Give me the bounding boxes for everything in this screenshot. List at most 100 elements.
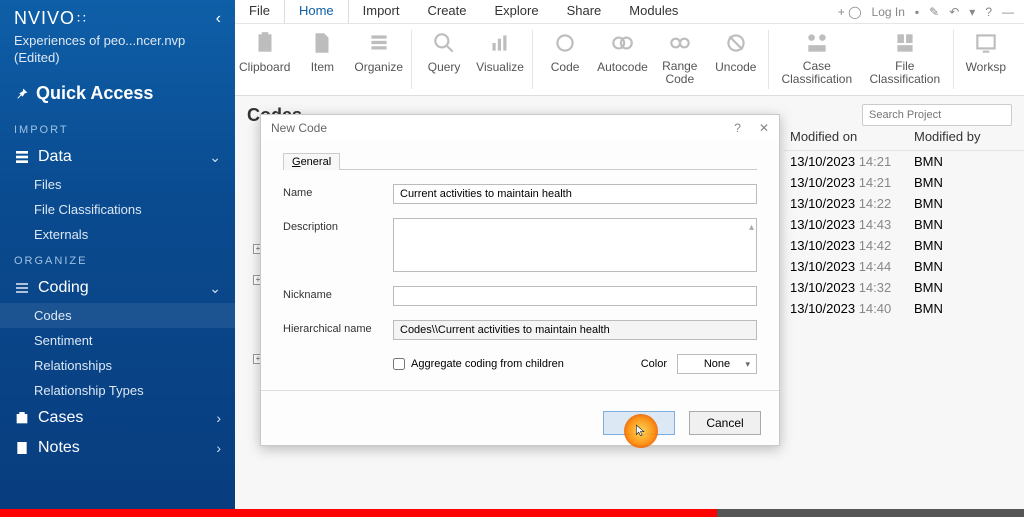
table-row[interactable]: 13/10/2023 14:21BMN: [784, 172, 1024, 193]
table-row[interactable]: 13/10/2023 14:42BMN: [784, 235, 1024, 256]
help-icon[interactable]: ?: [985, 5, 992, 19]
circles-icon: [609, 30, 635, 56]
new-plus-icon[interactable]: + ◯: [838, 5, 862, 19]
ribbon-file-classification[interactable]: FileClassification: [861, 24, 949, 95]
notes-icon: [14, 440, 30, 456]
sidebar-collapse[interactable]: ‹: [216, 10, 221, 28]
ribbon-uncode[interactable]: Uncode: [708, 24, 764, 95]
uncode-icon: [723, 30, 749, 56]
workspace-icon: [973, 30, 999, 56]
ribbon-autocode[interactable]: Autocode: [593, 24, 652, 95]
ribbon-clipboard[interactable]: Clipboard: [235, 24, 294, 95]
cell-modified-by: BMN: [914, 280, 1014, 295]
section-import-label: IMPORT: [0, 116, 235, 142]
label-name: Name: [283, 184, 393, 199]
file-icon: [309, 30, 335, 56]
label-description: Description: [283, 218, 393, 233]
cell-modified-on: 13/10/2023 14:32: [784, 280, 914, 295]
ribbon-case-classification[interactable]: CaseClassification: [773, 24, 861, 95]
undo-icon[interactable]: ↶: [949, 5, 959, 19]
cursor-icon: [634, 424, 648, 438]
menu-file[interactable]: File: [235, 0, 284, 23]
cell-modified-by: BMN: [914, 196, 1014, 211]
dialog-help-icon[interactable]: ?: [734, 121, 741, 135]
cell-modified-by: BMN: [914, 175, 1014, 190]
dialog-titlebar: New Code ? ✕: [261, 115, 779, 141]
cancel-button[interactable]: Cancel: [689, 411, 761, 435]
sidebar-item-externals[interactable]: Externals: [0, 222, 235, 247]
cell-modified-on: 13/10/2023 14:40: [784, 301, 914, 316]
cell-modified-on: 13/10/2023 14:21: [784, 175, 914, 190]
minimize-icon[interactable]: —: [1002, 5, 1014, 19]
circle-icon: [552, 30, 578, 56]
description-input[interactable]: ▴: [393, 218, 757, 272]
dialog-close-icon[interactable]: ✕: [759, 121, 769, 135]
ribbon-code[interactable]: Code: [537, 24, 593, 95]
search-project-input[interactable]: [862, 104, 1012, 126]
cell-modified-on: 13/10/2023 14:43: [784, 217, 914, 232]
menu-create[interactable]: Create: [413, 0, 480, 23]
tab-general[interactable]: General: [283, 153, 340, 170]
redo-icon[interactable]: ▾: [969, 5, 975, 19]
chevron-right-icon: ›: [216, 440, 221, 456]
col-modified-on[interactable]: Modified on: [784, 129, 914, 144]
edit-icon[interactable]: ✎: [929, 5, 939, 19]
ribbon-visualize[interactable]: Visualize: [472, 24, 528, 95]
sidebar-item-file-classifications[interactable]: File Classifications: [0, 197, 235, 222]
sidebar: NVIVO∷ ‹ Experiences of peo...ncer.nvp (…: [0, 0, 235, 517]
save-icon[interactable]: ▪: [915, 5, 919, 19]
sidebar-item-sentiment[interactable]: Sentiment: [0, 328, 235, 353]
ribbon-item[interactable]: Item: [294, 24, 350, 95]
dialog-title: New Code: [271, 121, 327, 135]
color-dropdown[interactable]: None: [677, 354, 757, 374]
sidebar-item-relationship-types[interactable]: Relationship Types: [0, 378, 235, 403]
hierarchical-name: [393, 320, 757, 340]
menu-share[interactable]: Share: [553, 0, 616, 23]
sidebar-group-notes[interactable]: Notes ›: [0, 433, 235, 463]
col-modified-by[interactable]: Modified by: [914, 129, 1014, 144]
menu-modules[interactable]: Modules: [615, 0, 692, 23]
menu-home[interactable]: Home: [284, 0, 349, 23]
codes-grid: Modified on Modified by 13/10/2023 14:21…: [784, 125, 1024, 319]
label-aggregate: Aggregate coding from children: [411, 358, 564, 370]
sidebar-group-data[interactable]: Data ⌄: [0, 142, 235, 172]
app-logo: NVIVO∷: [14, 8, 84, 29]
label-color: Color: [641, 358, 667, 370]
menu-import[interactable]: Import: [349, 0, 414, 23]
table-row[interactable]: 13/10/2023 14:43BMN: [784, 214, 1024, 235]
video-progress-bar[interactable]: [0, 509, 1024, 517]
table-row[interactable]: 13/10/2023 14:21BMN: [784, 151, 1024, 172]
ribbon-workspace[interactable]: Worksp: [958, 24, 1014, 95]
nickname-input[interactable]: [393, 286, 757, 306]
quick-access[interactable]: Quick Access: [0, 75, 235, 116]
sidebar-item-relationships[interactable]: Relationships: [0, 353, 235, 378]
ribbon-query[interactable]: Query: [416, 24, 472, 95]
cursor-highlight: [624, 414, 658, 448]
sidebar-group-cases[interactable]: Cases ›: [0, 403, 235, 433]
cell-modified-on: 13/10/2023 14:44: [784, 259, 914, 274]
cell-modified-on: 13/10/2023 14:21: [784, 154, 914, 169]
sidebar-group-coding[interactable]: Coding ⌄: [0, 273, 235, 303]
login-link[interactable]: Log In: [872, 5, 905, 19]
cell-modified-by: BMN: [914, 238, 1014, 253]
scroll-up-icon[interactable]: ▴: [749, 222, 754, 233]
menu-explore[interactable]: Explore: [481, 0, 553, 23]
aggregate-checkbox[interactable]: [393, 358, 405, 370]
name-input[interactable]: [393, 184, 757, 204]
table-row[interactable]: 13/10/2023 14:22BMN: [784, 193, 1024, 214]
ribbon: Clipboard Item Organize Query Visualize …: [235, 24, 1024, 96]
ribbon-organize[interactable]: Organize: [350, 24, 407, 95]
menu-bar: File Home Import Create Explore Share Mo…: [235, 0, 1024, 24]
label-hierarchical: Hierarchical name: [283, 320, 393, 335]
list-icon: [366, 30, 392, 56]
cell-modified-by: BMN: [914, 301, 1014, 316]
sidebar-item-files[interactable]: Files: [0, 172, 235, 197]
sidebar-item-codes[interactable]: Codes: [0, 303, 235, 328]
cases-icon: [14, 410, 30, 426]
ribbon-range-code[interactable]: RangeCode: [652, 24, 708, 95]
table-row[interactable]: 13/10/2023 14:44BMN: [784, 256, 1024, 277]
table-row[interactable]: 13/10/2023 14:40BMN: [784, 298, 1024, 319]
range-icon: [667, 30, 693, 56]
table-row[interactable]: 13/10/2023 14:32BMN: [784, 277, 1024, 298]
project-status: (Edited): [0, 50, 235, 75]
